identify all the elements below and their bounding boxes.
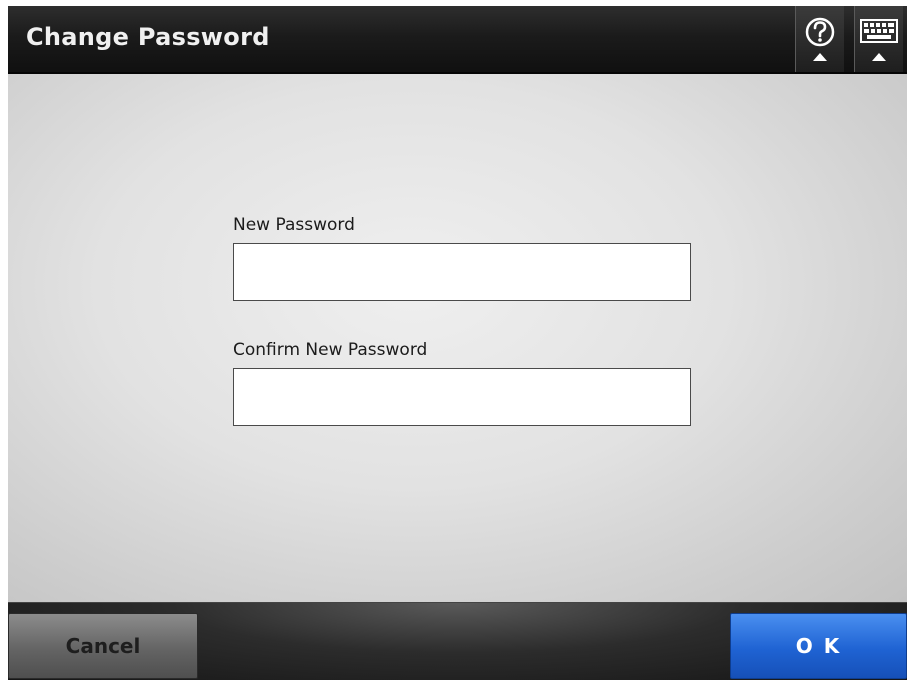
page-title: Change Password: [26, 23, 270, 51]
cancel-button-label: Cancel: [65, 634, 141, 658]
help-button[interactable]: [795, 6, 844, 72]
app-window: Change Password New Password Confirm New…: [8, 6, 907, 680]
form-area: New Password Confirm New Password: [8, 74, 907, 602]
help-icon: [805, 17, 835, 61]
cancel-button[interactable]: Cancel: [8, 613, 198, 679]
new-password-field[interactable]: [233, 243, 691, 301]
ok-button[interactable]: O K: [730, 613, 907, 679]
ok-button-label: O K: [795, 634, 842, 658]
confirm-password-label: Confirm New Password: [233, 340, 428, 360]
footer-bar: Cancel O K: [8, 602, 907, 680]
title-bar: Change Password: [8, 6, 907, 74]
keyboard-button[interactable]: [854, 6, 903, 72]
confirm-password-field[interactable]: [233, 368, 691, 426]
keyboard-icon: [860, 19, 898, 61]
new-password-label: New Password: [233, 215, 355, 235]
